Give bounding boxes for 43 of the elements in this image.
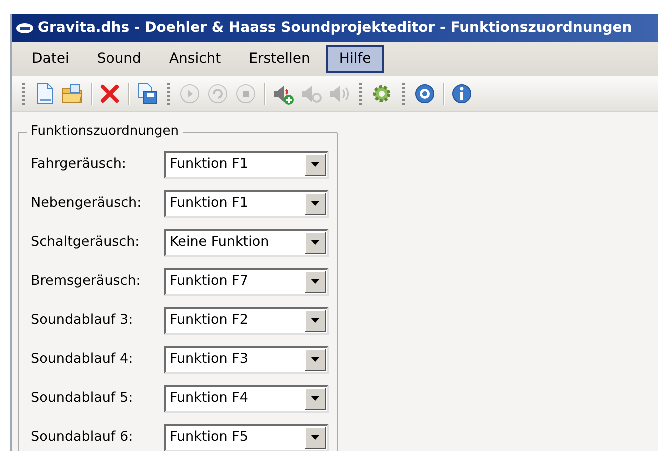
dropdown-button[interactable]: [305, 154, 326, 176]
open-folder-icon[interactable]: [61, 82, 85, 106]
caret-icon: [311, 318, 320, 323]
caret-icon: [311, 396, 320, 401]
info-icon[interactable]: [450, 82, 474, 106]
menu-item[interactable]: Datei: [20, 46, 82, 72]
caret-icon: [311, 279, 320, 284]
field-label: Soundablauf 6:: [31, 428, 134, 448]
menu-item[interactable]: Erstellen: [237, 46, 322, 72]
menu-item[interactable]: Ansicht: [157, 46, 234, 72]
field-label: Soundablauf 5:: [31, 389, 134, 408]
field-label: Nebengeräusch:: [31, 194, 143, 214]
dropdown-field[interactable]: Funktion F5: [164, 424, 329, 451]
dropdown-button[interactable]: [305, 348, 326, 370]
dropdown-field[interactable]: Funktion F4: [164, 384, 329, 412]
field-label: Soundablauf 3:: [31, 311, 134, 330]
menu-item[interactable]: Hilfe: [326, 44, 384, 74]
dropdown-button[interactable]: [305, 310, 326, 332]
caret-icon: [311, 162, 320, 167]
dropdown-field[interactable]: Keine Funktion: [164, 228, 329, 256]
caret-icon: [311, 201, 320, 206]
dropdown-button[interactable]: [305, 192, 326, 214]
field-label: Schaltgeräusch:: [31, 233, 141, 252]
caret-icon: [311, 240, 320, 245]
field-label: Bremsgeräusch:: [31, 272, 142, 292]
dropdown-field[interactable]: Funktion F7: [164, 268, 329, 296]
help-icon[interactable]: [413, 82, 437, 106]
group-title: Funktionszuordnungen: [27, 123, 184, 141]
dropdown-button[interactable]: [305, 426, 326, 448]
dropdown-button[interactable]: [305, 270, 326, 292]
field-label: Soundablauf 4:: [31, 350, 134, 370]
menu-item[interactable]: Sound: [85, 46, 154, 72]
field-label: Fahrgeräusch:: [31, 155, 128, 174]
window-title: Gravita.dhs - Doehler & Haass Soundprojekteditor - Funktionszuordnungen: [38, 18, 632, 38]
dropdown-field[interactable]: Funktion F2: [164, 306, 329, 334]
dropdown-field[interactable]: Funktion F1: [164, 150, 329, 178]
caret-icon: [311, 357, 320, 362]
dropdown-button[interactable]: [305, 232, 326, 254]
app-logo-icon: [16, 22, 34, 34]
dropdown-button[interactable]: [305, 388, 326, 410]
caret-icon: [311, 435, 320, 440]
dropdown-field[interactable]: Funktion F1: [164, 190, 329, 218]
dropdown-field[interactable]: Funktion F3: [164, 346, 329, 374]
